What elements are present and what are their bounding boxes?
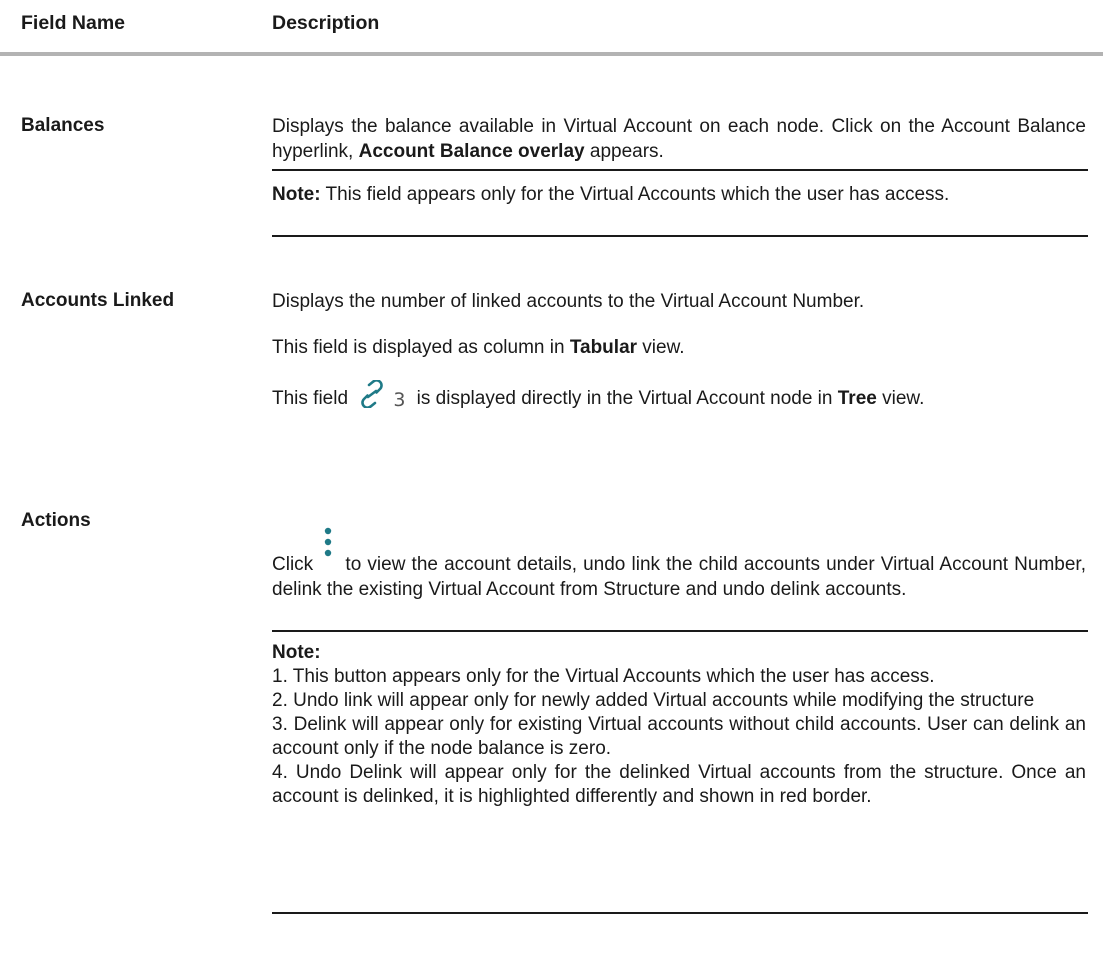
actions-note-top-rule bbox=[272, 630, 1088, 632]
accounts-linked-p3-suffix: view. bbox=[876, 388, 925, 409]
actions-p1-suffix: to view the account details, undo link t… bbox=[272, 554, 1086, 600]
actions-p1-text: Click bbox=[272, 554, 320, 575]
field-name-balances: Balances bbox=[21, 115, 105, 136]
accounts-linked-p2-suffix: view. bbox=[637, 337, 685, 358]
actions-note-label-text: Note: bbox=[272, 642, 321, 663]
actions-note-label: Note: bbox=[272, 641, 1086, 665]
linked-accounts-badge: 3 bbox=[353, 379, 411, 419]
balances-note-bottom-rule bbox=[272, 235, 1088, 237]
kebab-menu-icon bbox=[323, 526, 333, 560]
field-name-accounts-linked: Accounts Linked bbox=[21, 290, 175, 311]
actions-p1: Click to view the account details, undo … bbox=[272, 527, 1086, 602]
column-header-description: Description bbox=[272, 12, 380, 34]
actions-note: Note: 1. This button appears only for th… bbox=[272, 641, 1086, 809]
field-name-actions: Actions bbox=[21, 510, 91, 531]
balances-note-text: This field appears only for the Virtual … bbox=[320, 184, 950, 205]
linked-accounts-count: 3 bbox=[393, 388, 406, 411]
actions-note-item-1: 1. This button appears only for the Virt… bbox=[272, 666, 935, 687]
balances-note-label: Note: bbox=[272, 184, 321, 205]
column-header-field-name: Field Name bbox=[21, 12, 126, 34]
balances-description: Displays the balance available in Virtua… bbox=[272, 114, 1086, 164]
header-divider bbox=[0, 52, 1103, 56]
accounts-linked-p2: This field is displayed as column in Tab… bbox=[272, 335, 1086, 360]
accounts-linked-p3: This field 3 is displayed directly in th… bbox=[272, 379, 1086, 419]
actions-note-item-3: 3. Delink will appear only for existing … bbox=[272, 714, 1086, 759]
tabular-label: Tabular bbox=[569, 337, 638, 358]
accounts-linked-p1: Displays the number of linked accounts t… bbox=[272, 291, 865, 312]
actions-note-item-4: 4. Undo Delink will appear only for the … bbox=[272, 762, 1086, 807]
accounts-linked-p2-text: This field is displayed as column in bbox=[272, 337, 570, 358]
actions-note-bottom-rule bbox=[272, 912, 1088, 914]
balances-note: Note: This field appears only for the Vi… bbox=[272, 182, 1086, 207]
balances-desc-suffix: appears. bbox=[584, 141, 664, 162]
accounts-linked-p3-text: This field bbox=[272, 388, 354, 409]
accounts-linked-p3-mid: is displayed directly in the Virtual Acc… bbox=[411, 388, 838, 409]
table-header: Field Name Description bbox=[0, 0, 1103, 52]
actions-note-item-2: 2. Undo link will appear only for newly … bbox=[272, 690, 1035, 711]
link-icon bbox=[357, 379, 387, 419]
balances-note-top-rule bbox=[272, 169, 1088, 171]
tree-label: Tree bbox=[837, 388, 877, 409]
account-balance-overlay-label: Account Balance overlay bbox=[358, 141, 585, 162]
